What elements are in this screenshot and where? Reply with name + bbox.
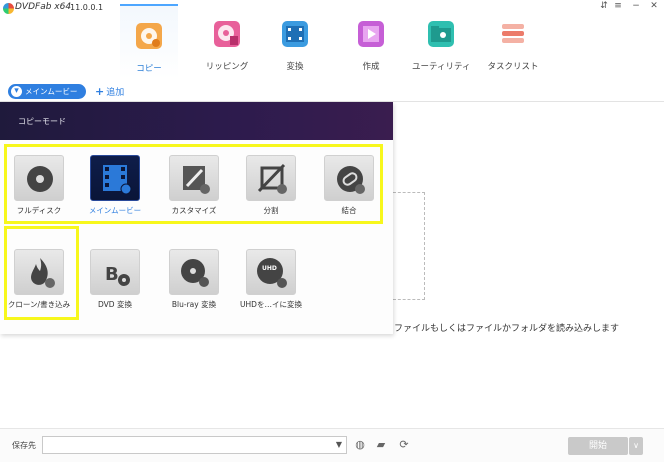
drop-hint: ファイルもしくはファイルかフォルダを読み込みします <box>394 324 620 334</box>
highlight-box-clone <box>4 226 79 320</box>
mode-dvd-convert[interactable]: B DVD 変換 <box>76 242 154 318</box>
mode-bluray-convert[interactable]: Blu-ray 変換 <box>155 242 233 318</box>
start-options-button[interactable]: ∨ <box>629 437 643 455</box>
app-logo-icon <box>3 3 14 14</box>
save-to-label: 保存先 <box>12 441 36 450</box>
sub-toolbar: ▾ メインムービー + 追加 <box>0 80 664 102</box>
tab-ripper[interactable]: リッピング <box>198 4 256 79</box>
converter-icon <box>282 21 308 47</box>
start-button[interactable]: 開始 <box>568 437 628 455</box>
svg-text:UHD: UHD <box>262 265 277 272</box>
add-button-label: 追加 <box>106 88 125 98</box>
panel-header: コピーモード <box>0 102 393 140</box>
mode-uhd-convert[interactable]: UHD UHDを…イに変換 <box>232 242 310 318</box>
tab-tasklist[interactable]: タスクリスト <box>484 4 542 79</box>
bluray-convert-icon <box>169 249 219 295</box>
tab-copy[interactable]: コピー <box>120 4 178 79</box>
copy-mode-panel: コピーモード フルディスク メインムービー カスタマイズ 分割 結合 クローン/… <box>0 102 393 334</box>
plus-icon: + <box>95 85 105 98</box>
tab-converter[interactable]: 変換 <box>266 4 324 79</box>
add-button[interactable]: + 追加 <box>95 85 124 98</box>
app-name: DVDFab x64 <box>15 2 72 12</box>
creator-icon <box>358 21 384 47</box>
dropdown-arrow-icon[interactable]: ▼ <box>336 440 342 449</box>
ripper-icon <box>214 21 240 47</box>
tab-copy-label: コピー <box>136 64 162 74</box>
tasklist-icon <box>500 21 526 47</box>
menu-icon[interactable]: ≡ <box>612 1 624 11</box>
bottom-bar: 保存先 ▼ ◍ ▰ ⟳ 開始 ∨ <box>0 428 664 462</box>
app-version: 11.0.0.1 <box>70 3 104 12</box>
title-bar: DVDFab x64 11.0.0.1 ⇵ ≡ − ✕ <box>0 0 664 16</box>
dvd-convert-icon: B <box>90 249 140 295</box>
copy-disc-icon <box>136 23 162 49</box>
tab-utility[interactable]: ユーティリティ <box>412 4 470 79</box>
uhd-convert-icon: UHD <box>246 249 296 295</box>
iso-icon[interactable]: ◍ <box>352 437 368 453</box>
tab-tasklist-label: タスクリスト <box>487 62 539 72</box>
svg-text:B: B <box>105 264 119 285</box>
copy-mode-label: メインムービー <box>25 87 78 96</box>
copy-mode-selector[interactable]: ▾ メインムービー <box>8 84 86 99</box>
tab-utility-label: ユーティリティ <box>412 62 471 72</box>
tab-ripper-label: リッピング <box>205 62 249 72</box>
minimize-icon[interactable]: − <box>630 1 642 11</box>
refresh-icon[interactable]: ⟳ <box>396 437 412 453</box>
tab-creator-label: 作成 <box>362 62 380 72</box>
tile-label: DVD 変換 <box>98 300 132 309</box>
tile-label: UHDを…イに変換 <box>240 300 302 309</box>
tab-converter-label: 変換 <box>286 62 304 72</box>
folder-icon[interactable]: ▰ <box>373 437 389 453</box>
app-window: DVDFab x64 11.0.0.1 ⇵ ≡ − ✕ コピー リッピング 変換 <box>0 0 664 462</box>
drop-area[interactable] <box>393 192 425 300</box>
save-path-field[interactable]: ▼ <box>42 436 347 454</box>
close-icon[interactable]: ✕ <box>648 1 660 11</box>
mode-dropdown-icon: ▾ <box>11 86 22 97</box>
highlight-box-row1 <box>4 144 383 224</box>
panel-title: コピーモード <box>18 117 66 126</box>
pin-icon[interactable]: ⇵ <box>598 1 610 11</box>
utility-icon <box>428 21 454 47</box>
tab-creator[interactable]: 作成 <box>342 4 400 79</box>
